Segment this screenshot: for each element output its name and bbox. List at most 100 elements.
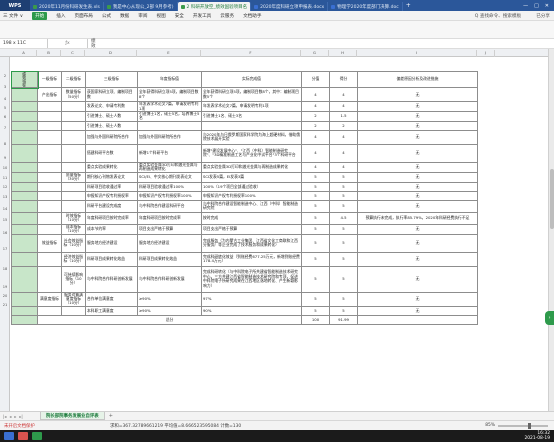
level2-cell[interactable]: 社会效益指标（10分） [61, 233, 86, 253]
plan-value-cell[interactable]: 加强与外国科研院所合作 [137, 129, 202, 145]
level2-cell[interactable] [61, 143, 86, 163]
level1-cell[interactable] [37, 143, 62, 163]
row-number[interactable]: 8 [0, 142, 10, 146]
note-cell[interactable]: 无 [357, 161, 478, 173]
section-cell[interactable] [11, 233, 38, 253]
level2-cell[interactable]: 质量指标（30分） [61, 171, 86, 183]
level1-cell[interactable] [37, 111, 62, 122]
got-score-cell[interactable]: 4 [329, 101, 358, 113]
level2-cell[interactable] [61, 101, 86, 113]
level1-cell[interactable]: 满意度指标 [37, 291, 62, 307]
section-cell[interactable] [11, 305, 38, 316]
level1-cell[interactable] [37, 161, 62, 173]
doc-tab[interactable]: 2020年11月份科研发生表.xls [30, 2, 104, 11]
score-cell[interactable]: 5 [301, 181, 330, 192]
row-number[interactable]: 14 [0, 207, 10, 211]
level2-cell[interactable]: 成本指标（10分） [61, 223, 86, 235]
level2-cell[interactable] [61, 305, 86, 316]
got-score-cell[interactable]: 4 [329, 129, 358, 145]
protection-status[interactable]: 未开启文档保护 [0, 423, 110, 429]
score-cell[interactable]: 5 [301, 190, 330, 201]
total-note-cell[interactable] [357, 314, 478, 325]
section-cell[interactable] [11, 314, 38, 325]
header-cell[interactable]: 三级指标 [85, 70, 138, 89]
level1-cell[interactable] [37, 305, 62, 316]
level3-cell[interactable]: 成本节约率 [85, 223, 138, 235]
level2-cell[interactable]: 经济效益指标（10分） [61, 251, 86, 267]
actual-value-cell[interactable]: 按时完成 [201, 211, 302, 225]
menu-item[interactable]: 插入 [56, 13, 65, 19]
note-cell[interactable]: 无 [357, 199, 478, 213]
row-number[interactable]: 15 [0, 218, 10, 222]
level1-cell[interactable] [37, 265, 62, 293]
plan-value-cell[interactable]: 新增1个科研平台 [137, 143, 202, 163]
got-score-cell[interactable]: 5 [329, 171, 358, 183]
column-letter[interactable]: J [477, 50, 495, 57]
header-cell[interactable]: 二级指标 [61, 70, 86, 89]
level2-cell[interactable]: 服务对象满意度指标（10分） [61, 291, 86, 307]
plan-value-cell[interactable]: 全年获得科研立项5项，编制项目数8个 [137, 87, 202, 103]
section-cell[interactable] [11, 120, 38, 131]
actual-value-cell[interactable]: 与2020年与日俄罗斯国家科学院为海上超硬材料，借助俄院技术展开实验 [201, 129, 302, 145]
level2-cell[interactable]: 可持续影响指标（10分） [61, 265, 86, 293]
row-number[interactable]: 17 [0, 247, 10, 251]
actual-value-cell[interactable]: 申报知识产权专利授权率100% [201, 190, 302, 201]
menu-item[interactable]: 云服务 [220, 13, 234, 19]
level1-cell[interactable] [37, 101, 62, 113]
level1-cell[interactable] [37, 223, 62, 235]
fx-icon[interactable]: ƒx [48, 39, 88, 48]
first-sheet-icon[interactable]: |◂ [3, 414, 6, 419]
level3-cell[interactable]: 科研平台建设完成度 [85, 199, 138, 213]
column-letter[interactable]: D [85, 50, 137, 57]
close-icon[interactable]: ✕ [545, 3, 549, 9]
score-cell[interactable]: 2 [301, 120, 330, 131]
actual-value-cell[interactable]: 全年获得科研立项5项，编制项目数8个，其中：编制项目数5个 [201, 87, 302, 103]
zoom-knob[interactable] [528, 422, 531, 429]
row-number[interactable]: 18 [0, 267, 10, 271]
column-letter[interactable]: H [329, 50, 357, 57]
score-cell[interactable]: 4 [301, 161, 330, 173]
got-score-cell[interactable]: 5 [329, 199, 358, 213]
score-cell[interactable]: 5 [301, 265, 330, 293]
level1-cell[interactable] [37, 120, 62, 131]
section-cell[interactable] [11, 161, 38, 173]
command-search[interactable]: Q 查找命令、搜索模板 [475, 13, 521, 19]
level1-cell[interactable] [37, 251, 62, 267]
got-score-cell[interactable]: 5 [329, 233, 358, 253]
actual-value-cell[interactable]: 完成科研转化效益（到账经费677.25万元，新增到账经费178.4万元） [201, 251, 302, 267]
level2-cell[interactable] [61, 190, 86, 201]
row-number[interactable]: 3 [0, 85, 10, 89]
actual-value-cell[interactable]: 引进博士1名、硕士3名 [201, 111, 302, 122]
got-score-cell[interactable]: 4 [329, 161, 358, 173]
header-cell[interactable]: 分值 [301, 70, 330, 89]
note-cell[interactable]: 无 [357, 111, 478, 122]
note-cell[interactable]: 预算执行未完成，执行率85.79%，2020年科研经费执行不足 [357, 211, 478, 225]
note-cell[interactable]: 无 [357, 291, 478, 307]
file-menu[interactable]: 三 文件 ∨ [3, 13, 23, 19]
row-number[interactable]: 4 [0, 97, 10, 101]
level3-cell[interactable]: 与中科院合作科研创新发展 [85, 265, 138, 293]
start-icon[interactable] [4, 432, 14, 440]
spreadsheet-area[interactable]: ABCDEFGHIJ 2 3 4 5 6 7 8 9 10 11 12 13 14 15 16 17 18 19 2… [0, 49, 548, 411]
section-cell[interactable] [11, 171, 38, 183]
actual-value-cell[interactable]: 97% [201, 291, 302, 307]
plan-value-cell[interactable]: 与中科院合作科研创新发展 [137, 265, 202, 293]
menu-item[interactable]: 视图 [156, 13, 165, 19]
menu-item[interactable]: 数据 [120, 13, 129, 19]
note-cell[interactable]: 无 [357, 87, 478, 103]
plan-value-cell[interactable] [137, 120, 202, 131]
header-cell[interactable]: 得分 [329, 70, 358, 89]
section-cell[interactable] [11, 111, 38, 122]
level3-cell[interactable]: 重点实验成果转化 [85, 161, 138, 173]
actual-value-cell[interactable]: 与中科院合作建设智能制造中心、江西（中科）智能制造研究院 [201, 199, 302, 213]
level1-cell[interactable]: 产出指标 [37, 87, 62, 103]
level2-cell[interactable]: 数量指标（50分） [61, 87, 86, 103]
section-cell[interactable] [11, 143, 38, 163]
score-cell[interactable]: 5 [301, 211, 330, 225]
note-cell[interactable]: 无 [357, 143, 478, 163]
doc-tab[interactable]: 物理学2020年度部门决算.doc [328, 2, 403, 11]
level3-cell[interactable]: 科研项目成果转化效益 [85, 251, 138, 267]
note-cell[interactable]: 无 [357, 190, 478, 201]
actual-value-cell[interactable]: 100%（19个项目全部通过验收） [201, 181, 302, 192]
prev-sheet-icon[interactable]: ◂ [9, 414, 11, 419]
